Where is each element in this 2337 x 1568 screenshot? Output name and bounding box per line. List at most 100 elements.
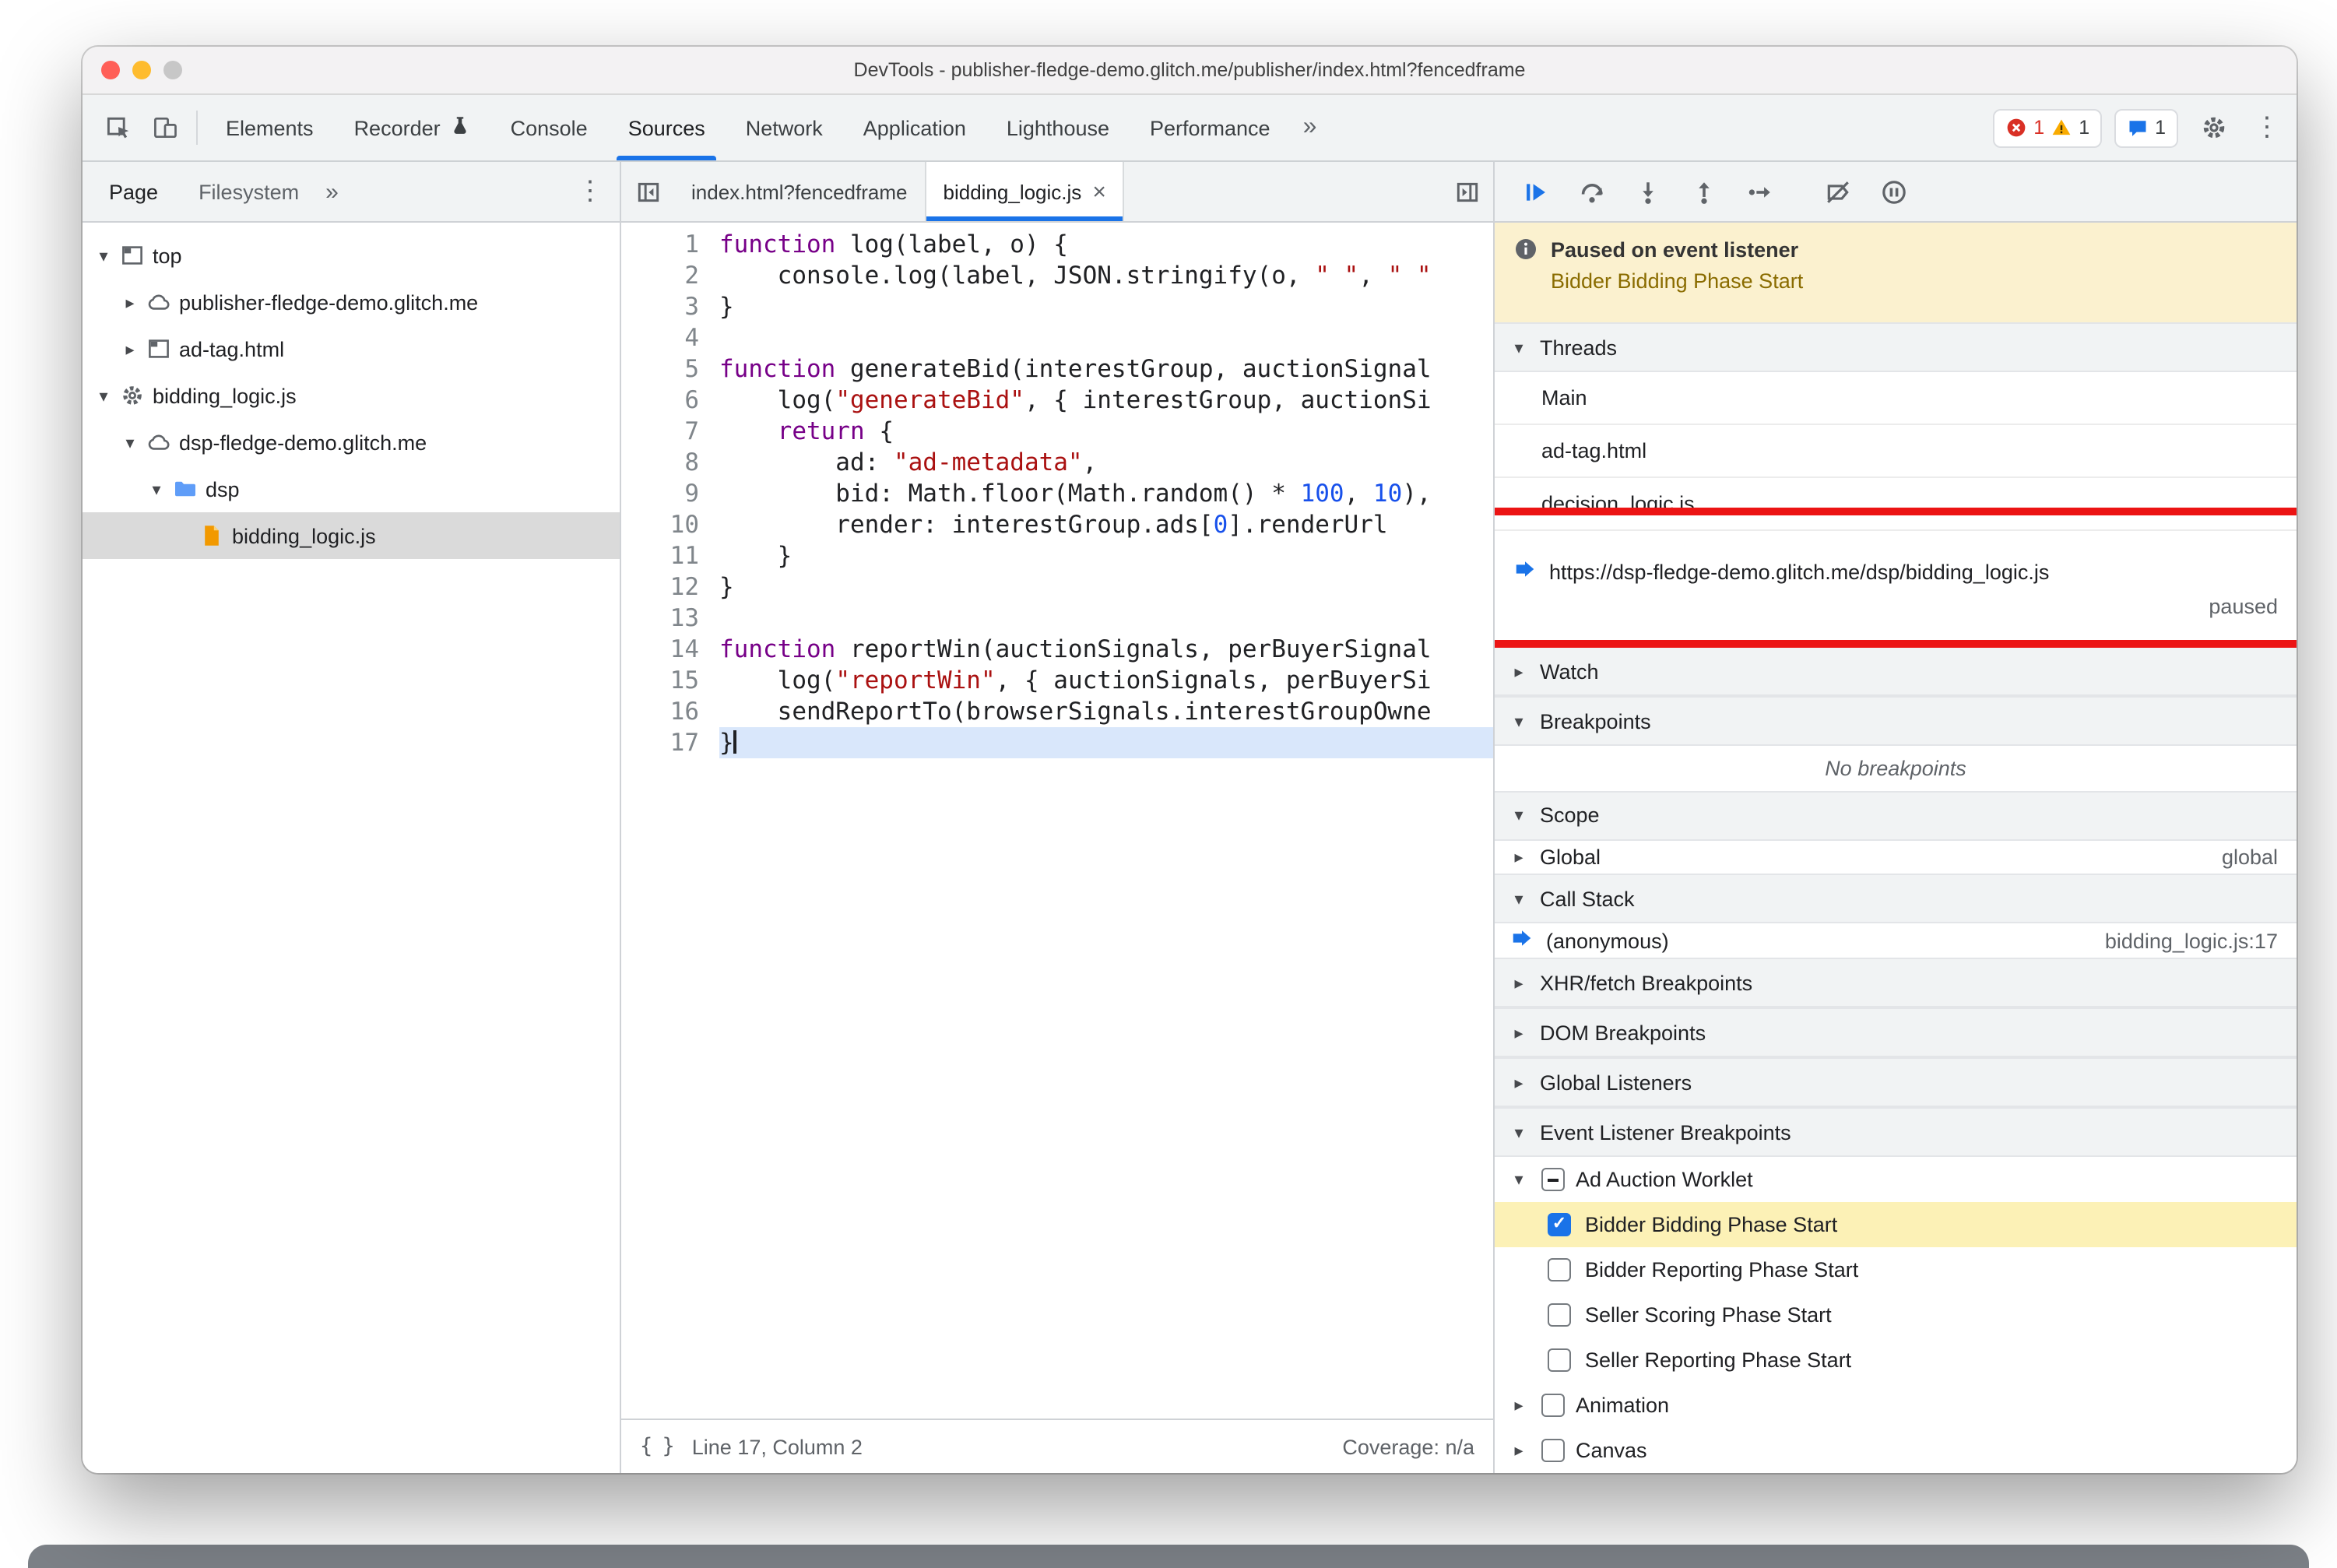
code-line-11[interactable]: 11 } (621, 540, 1493, 571)
tab-filesystem[interactable]: Filesystem (178, 162, 319, 221)
section-event-listener-breakpoints[interactable]: ▾ Event Listener Breakpoints (1495, 1107, 2297, 1157)
code-text: function log(label, o) { (719, 230, 1068, 258)
code-line-14[interactable]: 14 function reportWin(auctionSignals, per… (621, 634, 1493, 665)
panel-tab-network[interactable]: Network (726, 95, 843, 160)
tree-item-ad-tag-html[interactable]: ▸ ad-tag.html (83, 325, 620, 372)
close-tab-icon[interactable]: × (1092, 178, 1106, 205)
code-line-17[interactable]: 17} (621, 727, 1493, 758)
code-line-9[interactable]: 9 bid: Math.floor(Math.random() * 100, 1… (621, 478, 1493, 509)
expanded-arrow-icon[interactable]: ▾ (118, 432, 142, 452)
section-watch[interactable]: ▸ Watch (1495, 646, 2297, 696)
toggle-device-toolbar-button[interactable] (142, 104, 188, 151)
panel-tab-lighthouse[interactable]: Lighthouse (986, 95, 1130, 160)
tree-item-dsp[interactable]: ▾ dsp (83, 466, 620, 512)
thread-row-ad-tag-html[interactable]: ad-tag.html (1495, 425, 2297, 478)
thread-row-main[interactable]: Main (1495, 372, 2297, 425)
zoom-window-button[interactable] (163, 61, 182, 79)
inspect-element-button[interactable] (95, 104, 142, 151)
hide-navigator-button[interactable] (621, 162, 674, 221)
expanded-arrow-icon[interactable]: ▾ (145, 479, 168, 499)
settings-button[interactable] (2191, 104, 2237, 151)
tab-page[interactable]: Page (89, 162, 178, 221)
errors-warnings-chip[interactable]: 1 1 (1993, 108, 2103, 147)
pretty-print-button[interactable]: { } (640, 1434, 675, 1459)
checkbox-unchecked[interactable] (1541, 1439, 1565, 1462)
collapsed-arrow-icon[interactable]: ▸ (118, 339, 142, 359)
code-line-4[interactable]: 4 (621, 322, 1493, 353)
section-breakpoints[interactable]: ▾ Breakpoints (1495, 696, 2297, 746)
code-line-5[interactable]: 5 function generateBid(interestGroup, auc… (621, 353, 1493, 385)
collapsed-arrow-icon[interactable]: ▸ (1507, 1395, 1530, 1415)
expanded-arrow-icon[interactable]: ▾ (92, 245, 115, 265)
code-line-12[interactable]: 12} (621, 571, 1493, 603)
step-over-button[interactable] (1566, 168, 1618, 215)
editor-tab-index-html[interactable]: index.html?fencedframe (674, 162, 926, 221)
minimize-window-button[interactable] (132, 61, 151, 79)
checkbox-unchecked[interactable] (1541, 1394, 1565, 1417)
elb-category-canvas[interactable]: ▸ Canvas (1495, 1428, 2297, 1473)
code-line-16[interactable]: 16 sendReportTo(browserSignals.interestG… (621, 696, 1493, 727)
elb-item-bidder-reporting-phase-start[interactable]: Bidder Reporting Phase Start (1495, 1247, 2297, 1292)
elb-category-ad-auction-worklet[interactable]: ▾ Ad Auction Worklet (1495, 1157, 2297, 1202)
collapsed-arrow-icon[interactable]: ▸ (1507, 1440, 1530, 1461)
more-navigator-tabs-icon[interactable]: » (319, 178, 345, 205)
step-out-button[interactable] (1678, 168, 1730, 215)
code-line-6[interactable]: 6 log("generateBid", { interestGroup, au… (621, 385, 1493, 416)
call-stack-frame[interactable]: (anonymous) bidding_logic.js:17 (1495, 924, 2297, 958)
thread-row-active[interactable]: https://dsp-fledge-demo.glitch.me/dsp/bi… (1495, 531, 2297, 646)
main-menu-kebab-icon[interactable]: ⋮ (2250, 112, 2284, 143)
code-line-10[interactable]: 10 render: interestGroup.ads[0].renderUr… (621, 509, 1493, 540)
issues-chip[interactable]: 1 (2114, 108, 2178, 147)
checkbox-indeterminate[interactable] (1541, 1168, 1565, 1191)
panel-tab-elements[interactable]: Elements (206, 95, 334, 160)
step-into-button[interactable] (1622, 168, 1674, 215)
tree-item-publisher-fledge-demo-glitch-me[interactable]: ▸ publisher-fledge-demo.glitch.me (83, 279, 620, 325)
elb-item-seller-reporting-phase-start[interactable]: Seller Reporting Phase Start (1495, 1338, 2297, 1383)
step-button[interactable] (1734, 168, 1786, 215)
checkbox-unchecked[interactable] (1548, 1258, 1571, 1281)
resume-button[interactable] (1510, 168, 1562, 215)
tree-item-bidding-logic-js[interactable]: bidding_logic.js (83, 512, 620, 559)
collapsed-arrow-icon[interactable]: ▸ (118, 292, 142, 312)
open-more-tabs-button[interactable] (1440, 162, 1493, 221)
editor-tab-bidding-logic-js[interactable]: bidding_logic.js × (926, 162, 1125, 221)
section-threads[interactable]: ▾ Threads (1495, 322, 2297, 372)
expanded-arrow-icon[interactable]: ▾ (92, 385, 115, 406)
tree-item-top[interactable]: ▾ top (83, 232, 620, 279)
close-window-button[interactable] (101, 61, 120, 79)
code-line-15[interactable]: 15 log("reportWin", { auctionSignals, pe… (621, 665, 1493, 696)
pause-on-exceptions-button[interactable] (1868, 168, 1920, 215)
panel-tab-performance[interactable]: Performance (1130, 95, 1291, 160)
panel-tab-console[interactable]: Console (490, 95, 608, 160)
panel-tab-application[interactable]: Application (843, 95, 986, 160)
checkbox-checked[interactable]: ✓ (1548, 1213, 1571, 1236)
tree-item-bidding-logic-js[interactable]: ▾ bidding_logic.js (83, 372, 620, 419)
section-scope[interactable]: ▾ Scope (1495, 790, 2297, 841)
code-line-7[interactable]: 7 return { (621, 416, 1493, 447)
section-dom-breakpoints[interactable]: ▸ DOM Breakpoints (1495, 1007, 2297, 1057)
checkbox-unchecked[interactable] (1548, 1348, 1571, 1372)
panel-tab-recorder[interactable]: Recorder (334, 95, 490, 160)
deactivate-breakpoints-button[interactable] (1812, 168, 1864, 215)
tree-item-dsp-fledge-demo-glitch-me[interactable]: ▾ dsp-fledge-demo.glitch.me (83, 419, 620, 466)
section-global-listeners[interactable]: ▸ Global Listeners (1495, 1057, 2297, 1107)
code-line-13[interactable]: 13 (621, 603, 1493, 634)
elb-item-seller-scoring-phase-start[interactable]: Seller Scoring Phase Start (1495, 1292, 2297, 1338)
more-panels-icon[interactable]: » (1291, 114, 1330, 142)
thread-row-decision-logic-js[interactable]: decision_logic.js (1495, 478, 2297, 531)
checkbox-unchecked[interactable] (1548, 1303, 1571, 1327)
code-editor[interactable]: 1 function log(label, o) {2 console.log(l… (621, 223, 1493, 1419)
elb-category-animation[interactable]: ▸ Animation (1495, 1383, 2297, 1428)
section-xhr-breakpoints[interactable]: ▸ XHR/fetch Breakpoints (1495, 958, 2297, 1007)
code-line-3[interactable]: 3} (621, 291, 1493, 322)
code-line-1[interactable]: 1 function log(label, o) { (621, 229, 1493, 260)
elb-item-bidder-bidding-phase-start[interactable]: ✓ Bidder Bidding Phase Start (1495, 1202, 2297, 1247)
panel-tab-sources[interactable]: Sources (608, 95, 726, 160)
expanded-arrow-icon[interactable]: ▾ (1507, 1169, 1530, 1190)
navigator-menu-kebab-icon[interactable]: ⋮ (573, 176, 607, 207)
warning-icon (2052, 119, 2071, 135)
scope-global-row[interactable]: ▸ Global global (1495, 840, 2297, 874)
code-line-8[interactable]: 8 ad: "ad-metadata", (621, 447, 1493, 478)
code-line-2[interactable]: 2 console.log(label, JSON.stringify(o, "… (621, 260, 1493, 291)
section-call-stack[interactable]: ▾ Call Stack (1495, 874, 2297, 924)
